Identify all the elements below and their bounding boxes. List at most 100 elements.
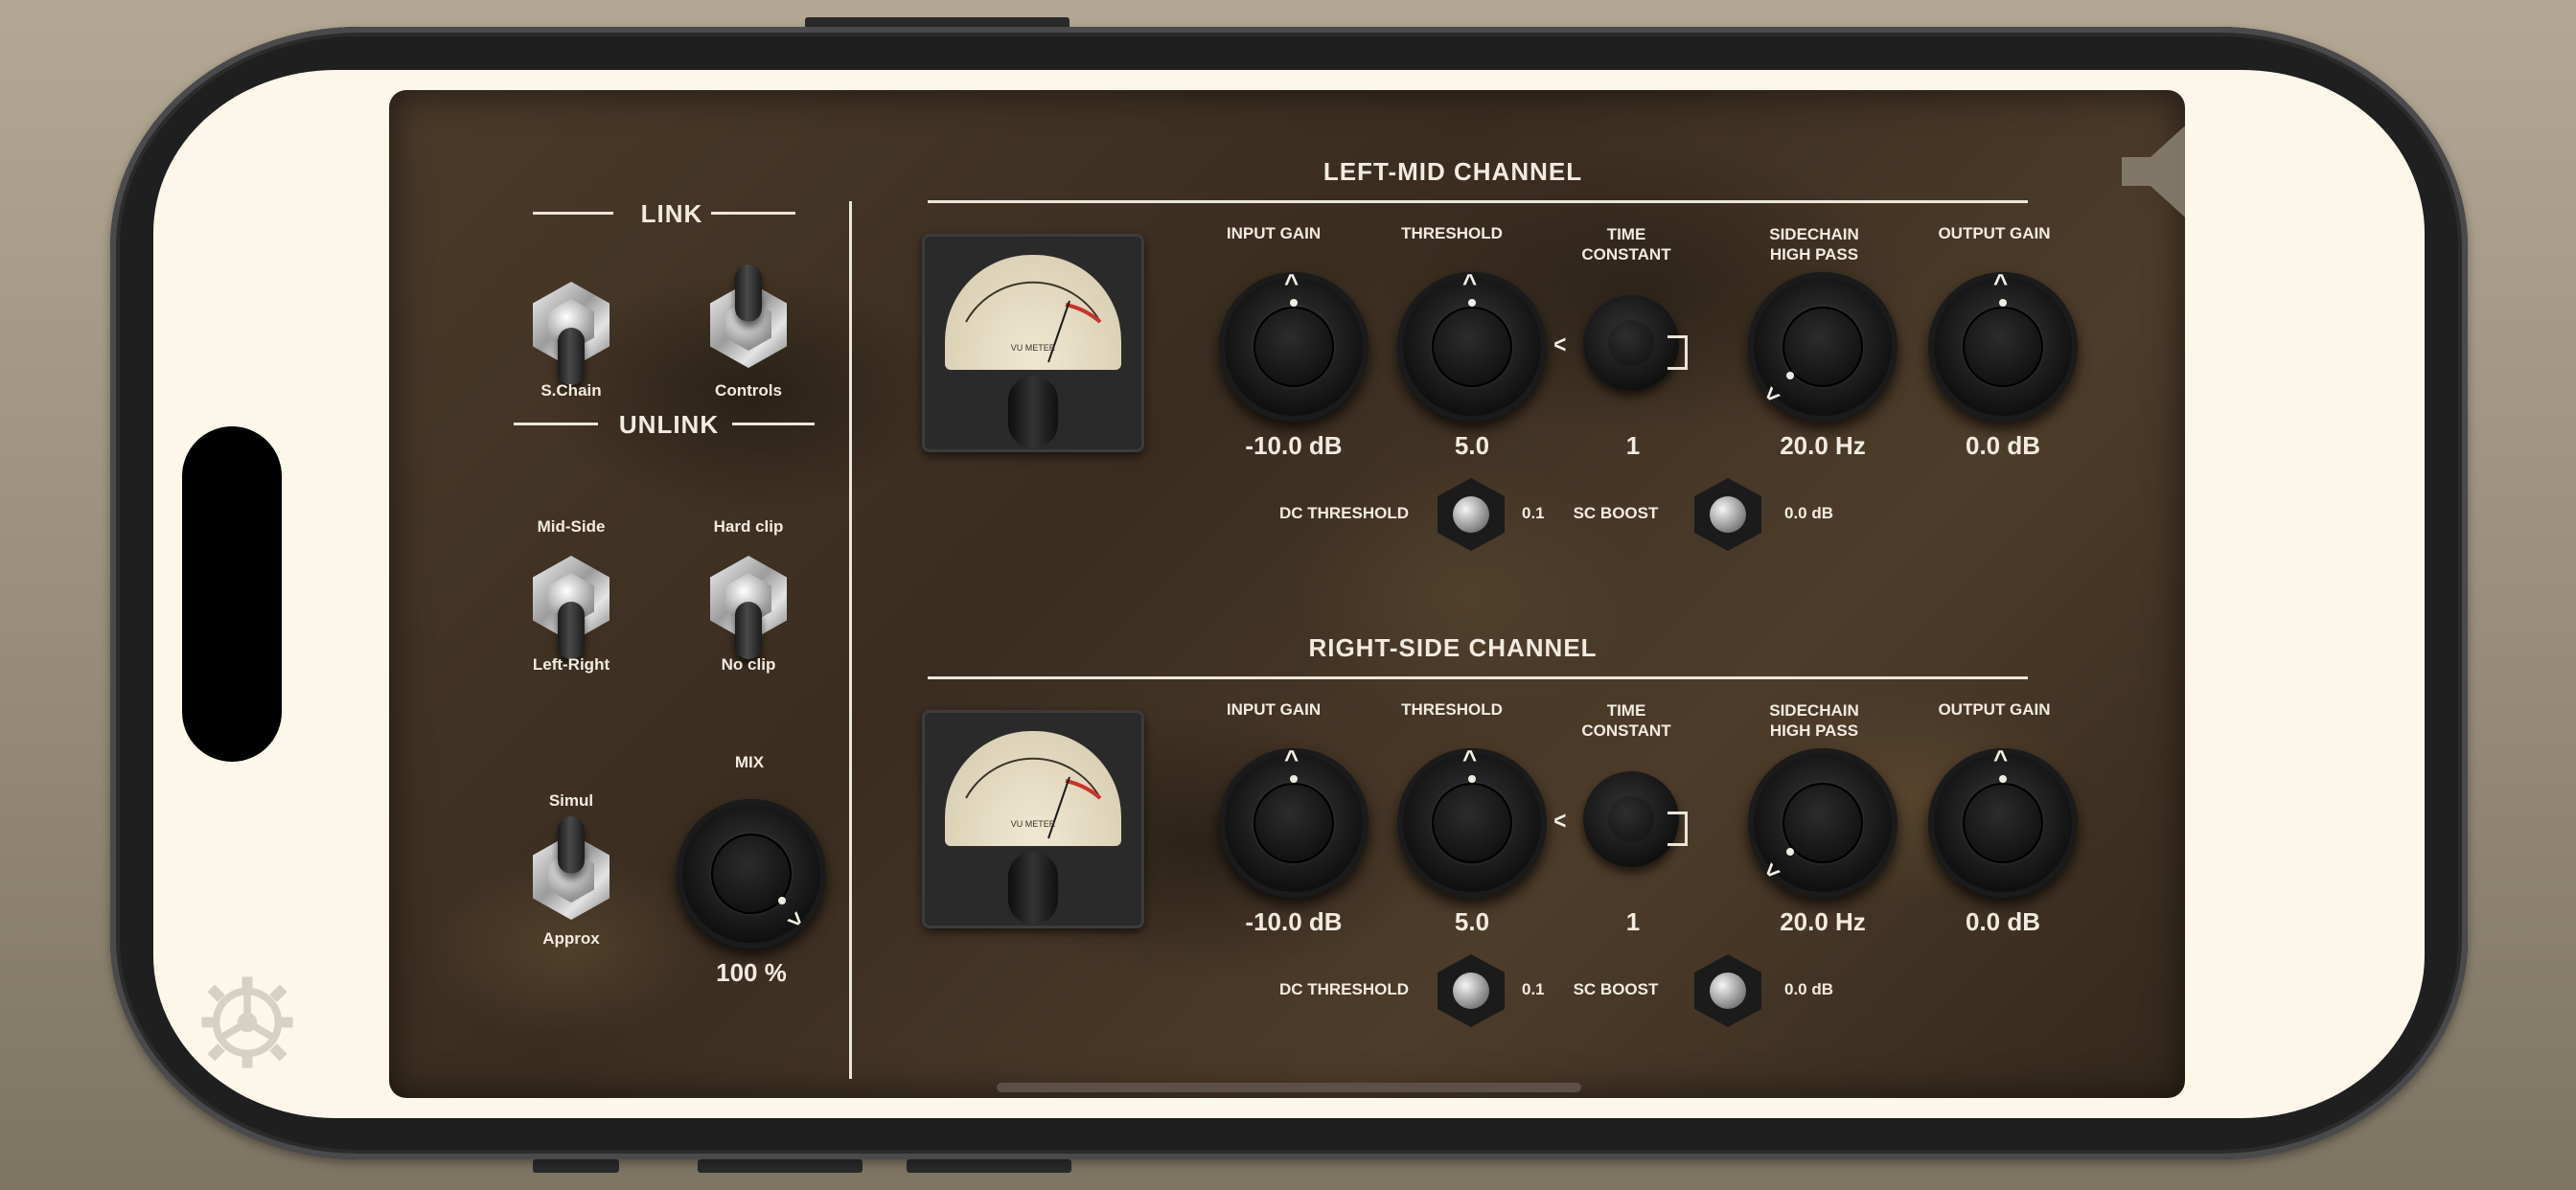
input-gain-knob[interactable]: ^: [1219, 744, 1368, 898]
toggle-lever: [558, 328, 585, 385]
input-gain-value: -10.0 dB: [1245, 907, 1343, 936]
dc-threshold-knob[interactable]: [1438, 478, 1505, 551]
output-gain-value: 0.0 dB: [1965, 431, 2041, 460]
dc-threshold-knob[interactable]: [1438, 954, 1505, 1027]
sidechain-high-pass-label: SIDECHAIN HIGH PASS: [1769, 701, 1859, 740]
no-clip-label: No clip: [721, 655, 776, 674]
knob-center-marker: ^: [1993, 744, 2009, 773]
output-gain-value: 0.0 dB: [1965, 907, 2041, 936]
sc-boost-label: SC BOOST: [1573, 980, 1659, 998]
knob-center-marker: ^: [1284, 744, 1300, 773]
simul-label: Simul: [548, 791, 594, 810]
unlink-header: UNLINK: [618, 410, 720, 439]
knob-indicator: [1786, 848, 1794, 856]
output-gain-label: OUTPUT GAIN: [1938, 224, 2051, 242]
knob-indicator: [1999, 775, 2007, 783]
speaker-icon[interactable]: [2122, 119, 2185, 224]
link-rule-left: [533, 212, 613, 215]
knob-cap: [1710, 496, 1746, 533]
gear-icon[interactable]: [196, 971, 299, 1074]
time-constant-value: 1: [1625, 431, 1641, 460]
knob-cap: [1254, 307, 1334, 387]
channel-title: RIGHT-SIDE CHANNEL: [1308, 633, 1598, 662]
link-rule-right: [711, 212, 795, 215]
unlink-rule-left: [514, 423, 598, 425]
knob-max-marker: ^: [777, 902, 809, 933]
time-constant-value: 1: [1625, 907, 1641, 936]
dynamic-island: [182, 426, 282, 762]
link-header: LINK: [640, 199, 703, 228]
hard-clip-label: Hard clip: [713, 517, 784, 536]
channel-title: LEFT-MID CHANNEL: [1322, 157, 1583, 186]
toggle-lever: [558, 816, 585, 874]
mix-knob[interactable]: ^: [677, 799, 826, 949]
vu-meter: VU METER: [922, 710, 1144, 928]
input-gain-label: INPUT GAIN: [1226, 224, 1322, 242]
output-gain-label: OUTPUT GAIN: [1938, 700, 2051, 719]
knob-indicator: [1290, 775, 1298, 783]
knob-pointer: [1668, 812, 1688, 846]
threshold-knob[interactable]: ^: [1397, 268, 1547, 422]
time-constant-knob[interactable]: ^: [1549, 771, 1688, 871]
sc-boost-value: 0.0 dB: [1784, 980, 1834, 998]
knob-center-marker: ^: [1462, 744, 1478, 773]
clip-toggle[interactable]: [710, 556, 787, 659]
knob-cap: [1782, 783, 1863, 863]
unlink-rule-right: [732, 423, 815, 425]
knob-indicator: [1999, 299, 2007, 307]
time-constant-knob[interactable]: ^: [1549, 295, 1688, 395]
time-constant-label: TIME CONSTANT: [1581, 701, 1671, 740]
knob-cap: [1710, 973, 1746, 1009]
knob-cap: [1608, 320, 1654, 366]
input-gain-knob[interactable]: ^: [1219, 268, 1368, 422]
dc-threshold-value: 0.1: [1522, 504, 1545, 522]
sc-boost-knob[interactable]: [1694, 478, 1761, 551]
left-right-label: Left-Right: [532, 655, 610, 674]
mix-value: 100 %: [716, 958, 787, 987]
time-constant-label: TIME CONSTANT: [1581, 225, 1671, 263]
threshold-label: THRESHOLD: [1401, 700, 1503, 719]
sidechain-high-pass-value: 20.0 Hz: [1780, 431, 1866, 460]
toggle-lever: [558, 602, 585, 659]
knob-cap: [1432, 783, 1512, 863]
sidechain-link-label: S.Chain: [540, 381, 602, 400]
vu-brand: VU METER: [1011, 343, 1056, 353]
vu-brand: VU METER: [1011, 819, 1056, 829]
knob-center-marker: ^: [1462, 268, 1478, 297]
controls-link-toggle[interactable]: [710, 264, 787, 368]
mid-side-label: Mid-Side: [537, 517, 606, 536]
sc-boost-value: 0.0 dB: [1784, 504, 1834, 522]
knob-cap: [1963, 783, 2043, 863]
knob-center-marker: ^: [1284, 268, 1300, 297]
knob-min-marker: ^: [1549, 336, 1578, 353]
home-indicator[interactable]: [997, 1083, 1581, 1092]
toggle-lever: [735, 602, 762, 659]
knob-cap: [1254, 783, 1334, 863]
sc-boost-label: SC BOOST: [1573, 504, 1659, 522]
knob-indicator: [1468, 299, 1476, 307]
sidechain-link-toggle[interactable]: [533, 282, 610, 385]
knob-cap: [1432, 307, 1512, 387]
output-gain-knob[interactable]: ^: [1928, 744, 2078, 898]
sidechain-high-pass-knob[interactable]: ^: [1748, 748, 1898, 898]
mid-side-toggle[interactable]: [533, 556, 610, 659]
threshold-knob[interactable]: ^: [1397, 744, 1547, 898]
output-gain-knob[interactable]: ^: [1928, 268, 2078, 422]
plugin-panel: LINK S.Chain Controls UNLINK Mid-Side Le…: [389, 90, 2185, 1098]
vu-needle-base: [1008, 376, 1058, 448]
input-gain-label: INPUT GAIN: [1226, 700, 1322, 719]
knob-indicator: [1468, 775, 1476, 783]
channel-rule: [928, 676, 2028, 679]
sidechain-high-pass-knob[interactable]: ^: [1748, 272, 1898, 422]
input-gain-value: -10.0 dB: [1245, 431, 1343, 460]
simul-toggle[interactable]: [533, 816, 610, 920]
threshold-value: 5.0: [1454, 907, 1490, 936]
vu-needle-base: [1008, 852, 1058, 925]
channel-rule: [928, 200, 2028, 203]
sc-boost-knob[interactable]: [1694, 954, 1761, 1027]
controls-link-label: Controls: [715, 381, 782, 400]
vu-scale: VU METER: [965, 757, 1102, 839]
knob-indicator: [1786, 372, 1794, 379]
knob-indicator: [1290, 299, 1298, 307]
dc-threshold-label: DC THRESHOLD: [1278, 504, 1409, 522]
